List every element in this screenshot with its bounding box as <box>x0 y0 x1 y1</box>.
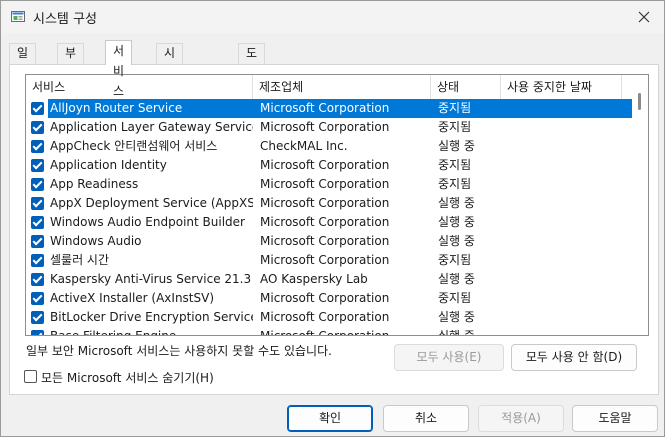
service-status: 실행 중 <box>438 310 475 324</box>
service-manufacturer: Microsoft Corporation <box>260 234 390 248</box>
service-checkbox[interactable] <box>31 254 44 267</box>
scrollbar-thumb[interactable] <box>638 93 641 110</box>
service-checkbox[interactable] <box>31 273 44 286</box>
service-status: 중지됨 <box>438 120 472 134</box>
table-row[interactable]: ActiveX Installer (AxInstSV) Microsoft Co… <box>26 289 632 308</box>
service-name: Windows Audio <box>50 234 142 248</box>
table-row[interactable]: 셀룰러 시간 Microsoft Corporation 중지됨 <box>26 251 632 270</box>
service-status: 실행 중 <box>438 139 475 153</box>
hide-microsoft-services-label: 모든 Microsoft 서비스 숨기기(H) <box>41 371 214 385</box>
column-header-status[interactable]: 상태 <box>431 75 501 99</box>
service-manufacturer: Microsoft Corporation <box>260 253 390 267</box>
service-status: 중지됨 <box>438 291 472 305</box>
service-name: Kaspersky Anti-Virus Service 21.3 <box>50 272 252 286</box>
service-status: 중지됨 <box>438 158 472 172</box>
service-manufacturer: Microsoft Corporation <box>260 177 390 191</box>
tab-startup[interactable]: 시작프로그램 <box>156 43 184 150</box>
table-row[interactable]: Application Identity Microsoft Corporatio… <box>26 156 632 175</box>
service-status: 실행 중 <box>438 215 475 229</box>
tab-general[interactable]: 일반 <box>9 43 37 78</box>
enable-all-button[interactable]: 모두 사용(E) <box>394 344 504 371</box>
column-header-service[interactable]: 서비스 <box>26 75 253 99</box>
service-status: 실행 중 <box>438 272 475 286</box>
close-icon <box>638 11 650 23</box>
service-manufacturer: CheckMAL Inc. <box>260 139 348 153</box>
service-status: 중지됨 <box>438 101 472 115</box>
service-name: ActiveX Installer (AxInstSV) <box>50 291 215 305</box>
table-row[interactable]: App Readiness Microsoft Corporation 중지됨 <box>26 175 632 194</box>
service-manufacturer: Microsoft Corporation <box>260 120 390 134</box>
service-checkbox[interactable] <box>31 235 44 248</box>
service-manufacturer: Microsoft Corporation <box>260 196 390 210</box>
table-row[interactable]: Application Layer Gateway Service Microso… <box>26 118 632 137</box>
close-button[interactable] <box>630 5 658 29</box>
service-status: 실행 중 <box>438 196 475 210</box>
service-name: Application Identity <box>50 158 167 172</box>
service-name: Application Layer Gateway Service <box>50 120 253 134</box>
window-title: 시스템 구성 <box>33 12 97 27</box>
service-checkbox[interactable] <box>31 197 44 210</box>
service-checkbox[interactable] <box>31 140 44 153</box>
service-checkbox[interactable] <box>31 330 44 335</box>
service-name: AllJoyn Router Service <box>50 101 183 115</box>
service-checkbox[interactable] <box>31 292 44 305</box>
service-manufacturer: Microsoft Corporation <box>260 291 390 305</box>
service-checkbox[interactable] <box>31 159 44 172</box>
service-name: AppCheck 안티랜섬웨어 서비스 <box>50 139 218 153</box>
service-manufacturer: Microsoft Corporation <box>260 101 390 115</box>
table-row[interactable]: BitLocker Drive Encryption Service Micros… <box>26 308 632 327</box>
services-list[interactable]: 서비스 제조업체 상태 사용 중지한 날짜 AllJoyn Router Ser… <box>25 74 649 336</box>
tab-services[interactable]: 서비스 <box>105 40 133 98</box>
disable-all-button[interactable]: 모두 사용 안 함(D) <box>511 344 637 371</box>
service-status: 실행 중 <box>438 234 475 248</box>
system-configuration-window: 시스템 구성 일반 부팅 서비스 시작프로그램 도구 서비스 제조업체 상태 사… <box>0 0 665 437</box>
service-status: 중지됨 <box>438 177 472 191</box>
service-status: 중지됨 <box>438 253 472 267</box>
service-manufacturer: Microsoft Corporation <box>260 215 390 229</box>
table-row[interactable]: Windows Audio Endpoint Builder Microsoft … <box>26 213 632 232</box>
service-checkbox[interactable] <box>31 311 44 324</box>
table-row[interactable]: AppCheck 안티랜섬웨어 서비스 CheckMAL Inc. 실행 중 <box>26 137 632 156</box>
service-checkbox[interactable] <box>31 178 44 191</box>
service-manufacturer: Microsoft Corporation <box>260 310 390 324</box>
service-checkbox[interactable] <box>31 102 44 115</box>
service-manufacturer: Microsoft Corporation <box>260 329 390 336</box>
service-name: Base Filtering Engine <box>50 329 177 336</box>
service-name: App Readiness <box>50 177 139 191</box>
hide-microsoft-services-checkbox[interactable] <box>24 370 37 383</box>
service-checkbox[interactable] <box>31 121 44 134</box>
service-status: 실행 중 <box>438 329 475 336</box>
title-bar: 시스템 구성 <box>1 1 664 33</box>
service-name: BitLocker Drive Encryption Service <box>50 310 253 324</box>
service-manufacturer: Microsoft Corporation <box>260 158 390 172</box>
service-name: AppX Deployment Service (AppXSV... <box>50 196 253 210</box>
service-name: 셀룰러 시간 <box>50 253 110 267</box>
ok-button[interactable]: 확인 <box>287 405 373 432</box>
column-header-date-disabled[interactable]: 사용 중지한 날짜 <box>501 75 622 99</box>
service-checkbox[interactable] <box>31 216 44 229</box>
tab-boot[interactable]: 부팅 <box>57 43 85 78</box>
table-row[interactable]: Windows Audio Microsoft Corporation 실행 중 <box>26 232 632 251</box>
msconfig-icon <box>11 11 25 22</box>
table-row[interactable]: Kaspersky Anti-Virus Service 21.3 AO Kasp… <box>26 270 632 289</box>
tab-tools[interactable]: 도구 <box>238 43 266 78</box>
service-manufacturer: AO Kaspersky Lab <box>260 272 368 286</box>
table-row[interactable]: AppX Deployment Service (AppXSV... Micros… <box>26 194 632 213</box>
column-header-manufacturer[interactable]: 제조업체 <box>253 75 431 99</box>
table-row[interactable]: AllJoyn Router Service Microsoft Corporat… <box>26 99 632 118</box>
help-button[interactable]: 도움말 <box>572 405 658 432</box>
vertical-scrollbar[interactable] <box>632 75 648 335</box>
table-row[interactable]: Base Filtering Engine Microsoft Corporati… <box>26 327 632 336</box>
security-services-note: 일부 보안 Microsoft 서비스는 사용하지 못할 수도 있습니다. <box>26 344 332 358</box>
services-panel: 서비스 제조업체 상태 사용 중지한 날짜 AllJoyn Router Ser… <box>9 64 659 395</box>
cancel-button[interactable]: 취소 <box>383 405 469 432</box>
apply-button[interactable]: 적용(A) <box>478 405 564 432</box>
service-name: Windows Audio Endpoint Builder <box>50 215 245 229</box>
